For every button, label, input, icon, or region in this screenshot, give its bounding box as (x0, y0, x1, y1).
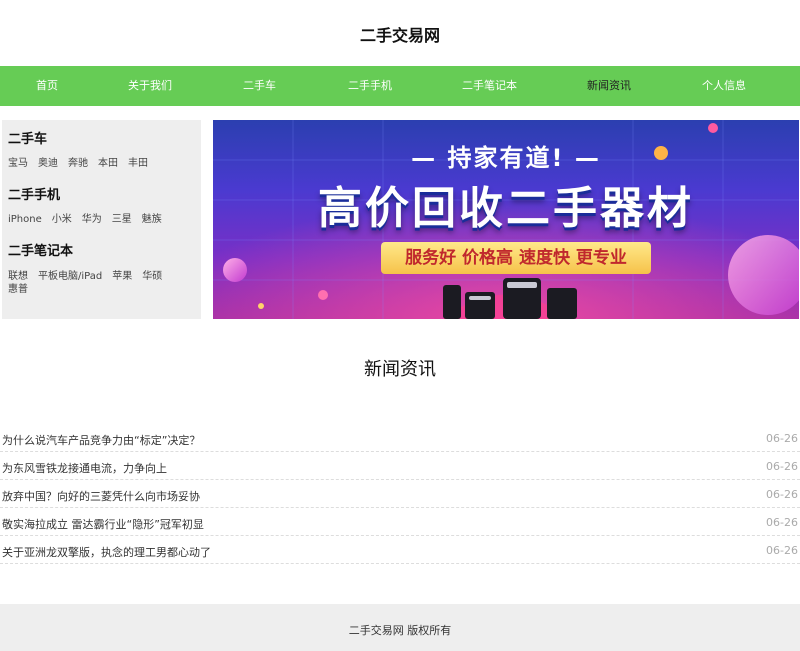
news-item-title[interactable]: 为东风雪铁龙接通电流，力争向上 (2, 460, 167, 476)
category-title-laptops: 二手笔记本 (8, 244, 74, 259)
category-link[interactable]: 三星 (112, 213, 132, 226)
category-link[interactable]: 奔驰 (68, 157, 88, 170)
news-item[interactable]: 关于亚洲龙双擎版，执念的理工男都心动了 06-26 (0, 536, 800, 564)
category-link[interactable]: 平板电脑/iPad (38, 270, 102, 283)
news-item-date: 06-26 (766, 488, 798, 501)
category-link[interactable]: 华为 (82, 213, 102, 226)
promo-banner[interactable]: — 持家有道! — 高价回收二手器材 服务好 价格高 速度快 更专业 (213, 120, 799, 319)
news-item-date: 06-26 (766, 460, 798, 473)
banner-slogan: — 持家有道! — (411, 144, 601, 172)
nav-item-about[interactable]: 关于我们 (128, 66, 172, 106)
news-item-date: 06-26 (766, 544, 798, 557)
category-title-phones: 二手手机 (8, 188, 61, 203)
news-item[interactable]: 敬实海拉成立 雷达霸行业“隐形”冠军初显 06-26 (0, 508, 800, 536)
category-link[interactable]: iPhone (8, 213, 42, 226)
site-title: 二手交易网 (359, 26, 440, 45)
footer-copyright: 二手交易网 版权所有 (348, 624, 452, 637)
category-link[interactable]: 宝马 (8, 157, 28, 170)
category-links-laptops: 联想 平板电脑/iPad 苹果 华硕惠普 (8, 270, 193, 296)
category-link[interactable]: 华硕 (142, 270, 162, 283)
category-title-cars: 二手车 (8, 132, 48, 147)
banner-headline: 高价回收二手器材 (318, 183, 694, 234)
category-link[interactable]: 丰田 (128, 157, 148, 170)
news-item-date: 06-26 (766, 516, 798, 529)
category-link[interactable]: 小米 (52, 213, 72, 226)
category-link[interactable]: 惠普 (8, 283, 28, 296)
news-item[interactable]: 放弃中国？向好的三菱凭什么向市场妥协 06-26 (0, 480, 800, 508)
news-item-date: 06-26 (766, 432, 798, 445)
category-link[interactable]: 联想 (8, 270, 28, 283)
news-item[interactable]: 为东风雪铁龙接通电流，力争向上 06-26 (0, 452, 800, 480)
main-nav: 首页 关于我们 二手车 二手手机 二手笔记本 新闻资讯 个人信息 (0, 66, 800, 106)
site-header: 二手交易网 (0, 0, 800, 66)
category-links-cars: 宝马 奥迪 奔驰 本田 丰田 (8, 157, 193, 170)
news-item-title[interactable]: 关于亚洲龙双擎版，执念的理工男都心动了 (2, 544, 211, 560)
nav-item-used-phones[interactable]: 二手手机 (348, 66, 392, 106)
site-footer: 二手交易网 版权所有 (0, 604, 800, 651)
news-item-title[interactable]: 放弃中国？向好的三菱凭什么向市场妥协 (2, 488, 200, 504)
category-link[interactable]: 魅族 (142, 213, 162, 226)
category-sidebar: 二手车 宝马 奥迪 奔驰 本田 丰田 二手手机 iPhone 小米 华为 三星 魅族 二手笔记本… (2, 120, 201, 319)
nav-item-news[interactable]: 新闻资讯 (587, 66, 631, 106)
banner-tags: 服务好 价格高 速度快 更专业 (381, 242, 651, 274)
news-list: 为什么说汽车产品竞争力由“标定”决定？ 06-26 为东风雪铁龙接通电流，力争向… (0, 424, 800, 564)
category-link[interactable]: 本田 (98, 157, 118, 170)
nav-item-used-laptops[interactable]: 二手笔记本 (462, 66, 517, 106)
news-item-title[interactable]: 为什么说汽车产品竞争力由“标定”决定？ (2, 432, 200, 448)
nav-item-used-cars[interactable]: 二手车 (243, 66, 276, 106)
nav-item-profile[interactable]: 个人信息 (702, 66, 746, 106)
news-section-heading: 新闻资讯 (364, 359, 436, 380)
news-item[interactable]: 为什么说汽车产品竞争力由“标定”决定？ 06-26 (0, 424, 800, 452)
news-item-title[interactable]: 敬实海拉成立 雷达霸行业“隐形”冠军初显 (2, 516, 204, 532)
category-link[interactable]: 奥迪 (38, 157, 58, 170)
category-link[interactable]: 苹果 (112, 270, 132, 283)
category-links-phones: iPhone 小米 华为 三星 魅族 (8, 213, 193, 226)
nav-item-home[interactable]: 首页 (36, 66, 58, 106)
